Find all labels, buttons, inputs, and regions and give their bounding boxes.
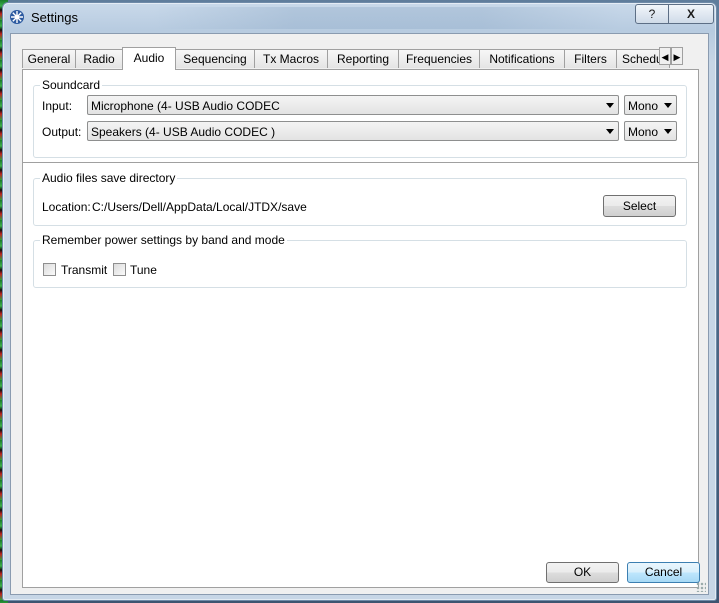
tune-checkbox[interactable] <box>113 263 126 276</box>
tab-reporting[interactable]: Reporting <box>327 49 399 68</box>
audio-tab-pane: Soundcard Input: Microphone (4- USB Audi… <box>22 69 699 588</box>
resize-grip[interactable] <box>696 582 706 592</box>
location-label: Location: <box>42 200 91 214</box>
transmit-label[interactable]: Transmit <box>61 263 107 277</box>
soundcard-group: Soundcard Input: Microphone (4- USB Audi… <box>33 78 687 158</box>
divider <box>23 162 698 164</box>
tab-frequencies[interactable]: Frequencies <box>398 49 480 68</box>
select-directory-button[interactable]: Select <box>603 195 676 217</box>
background-window-blur <box>153 7 623 29</box>
output-device-select[interactable]: Speakers (4- USB Audio CODEC ) <box>87 121 619 141</box>
chevron-down-icon <box>606 129 614 134</box>
tab-notifications[interactable]: Notifications <box>479 49 565 68</box>
input-channel-select[interactable]: Mono <box>624 95 677 115</box>
chevron-right-icon: ▶ <box>673 52 681 62</box>
title-bar[interactable]: Settings ? X <box>3 3 716 32</box>
tab-bar: General Radio Audio Sequencing Tx Macros… <box>22 47 672 70</box>
chevron-down-icon <box>664 129 672 134</box>
settings-dialog: Settings ? X General Radio Audio Sequenc… <box>2 2 717 601</box>
input-device-value: Microphone (4- USB Audio CODEC <box>91 99 280 113</box>
power-settings-group: Remember power settings by band and mode… <box>33 233 687 288</box>
tab-scroll-left[interactable]: ◀ <box>659 47 671 65</box>
ok-button[interactable]: OK <box>546 562 619 583</box>
save-directory-group-title: Audio files save directory <box>40 171 178 185</box>
close-button[interactable]: X <box>668 4 714 24</box>
power-settings-group-title: Remember power settings by band and mode <box>40 233 287 247</box>
help-button[interactable]: ? <box>635 4 669 24</box>
output-channel-value: Mono <box>628 125 659 139</box>
window-title: Settings <box>31 10 78 25</box>
output-device-value: Speakers (4- USB Audio CODEC ) <box>91 125 276 139</box>
cancel-button[interactable]: Cancel <box>627 562 700 583</box>
chevron-left-icon: ◀ <box>661 52 669 62</box>
tab-radio[interactable]: Radio <box>75 49 123 68</box>
tab-scroll-right[interactable]: ▶ <box>671 47 683 65</box>
dialog-body: General Radio Audio Sequencing Tx Macros… <box>10 33 709 595</box>
settings-gear-icon <box>10 10 24 24</box>
chevron-down-icon <box>606 103 614 108</box>
save-directory-group: Audio files save directory Location: C:/… <box>33 171 687 226</box>
tab-tx-macros[interactable]: Tx Macros <box>254 49 328 68</box>
output-channel-select[interactable]: Mono <box>624 121 677 141</box>
input-device-select[interactable]: Microphone (4- USB Audio CODEC <box>87 95 619 115</box>
tab-audio[interactable]: Audio <box>122 47 176 70</box>
tab-general[interactable]: General <box>22 49 76 68</box>
output-label: Output: <box>42 125 82 139</box>
input-channel-value: Mono <box>628 99 659 113</box>
chevron-down-icon <box>664 103 672 108</box>
tune-label[interactable]: Tune <box>130 263 157 277</box>
tab-filters[interactable]: Filters <box>564 49 617 68</box>
transmit-checkbox[interactable] <box>43 263 56 276</box>
soundcard-group-title: Soundcard <box>40 78 103 92</box>
input-label: Input: <box>42 99 73 113</box>
location-path: C:/Users/Dell/AppData/Local/JTDX/save <box>92 200 307 214</box>
tab-sequencing[interactable]: Sequencing <box>175 49 255 68</box>
